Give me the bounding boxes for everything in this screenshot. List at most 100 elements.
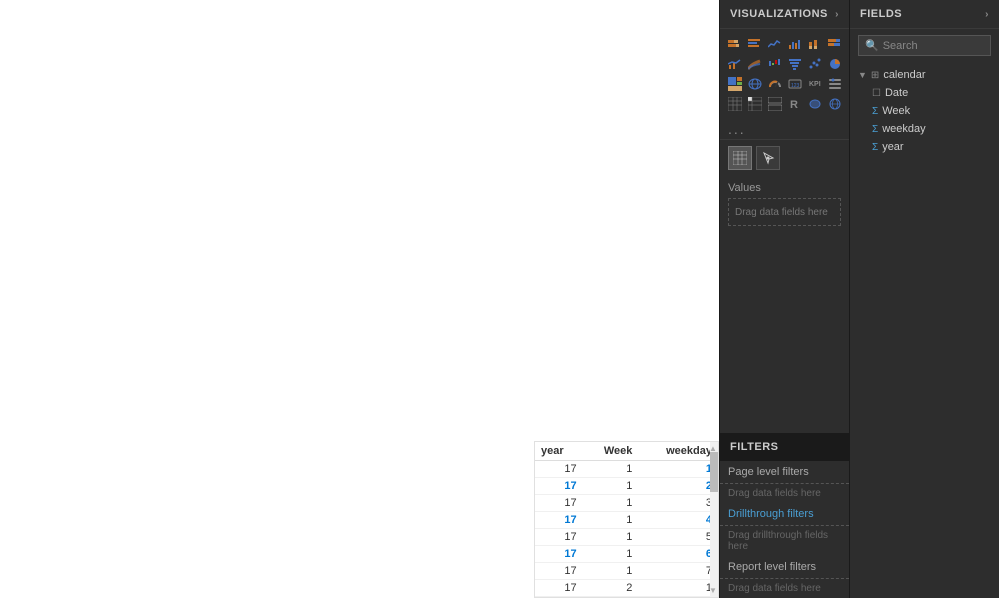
line-chart-icon[interactable] — [766, 35, 784, 53]
cell-year: 17 — [535, 512, 583, 529]
slicer-icon[interactable] — [826, 75, 844, 93]
cell-weekday: 1 — [638, 580, 718, 597]
values-drop-zone[interactable]: Drag data fields here — [728, 198, 841, 226]
filters-header: FILTERS — [720, 433, 849, 461]
visualizations-chevron[interactable]: › — [835, 9, 839, 20]
viz-icon-grid: 123 KPI R — [720, 29, 849, 119]
col-year: year — [535, 442, 583, 461]
table-row: 17 1 2 — [535, 478, 718, 495]
filters-panel: FILTERS Page level filters Drag data fie… — [720, 433, 849, 598]
group-name-calendar: calendar — [883, 69, 925, 81]
field-year-label: year — [882, 141, 903, 153]
fields-panel: FIELDS › 🔍 ▼ ⊞ calendar ☐ Date Σ — [849, 0, 999, 598]
cell-weekday: 3 — [638, 495, 718, 512]
field-weekday[interactable]: Σ weekday — [850, 120, 999, 138]
filled-map-icon[interactable] — [806, 95, 824, 113]
visualizations-header: VISUALIZATIONS › — [720, 0, 849, 29]
table-row: 17 1 5 — [535, 529, 718, 546]
field-week-label: Week — [882, 105, 910, 117]
gauge-icon[interactable] — [766, 75, 784, 93]
field-tree: ▼ ⊞ calendar ☐ Date Σ Week Σ weekday Σ — [850, 62, 999, 598]
values-section: Values Drag data fields here — [720, 176, 849, 433]
cell-year: 17 — [535, 580, 583, 597]
sigma-year-icon: Σ — [872, 142, 878, 153]
map-icon[interactable] — [746, 75, 764, 93]
card-icon[interactable]: 123 — [786, 75, 804, 93]
cell-week: 1 — [583, 461, 639, 478]
cell-weekday: 5 — [638, 529, 718, 546]
format-sub-icon[interactable] — [756, 146, 780, 170]
svg-text:123: 123 — [791, 83, 800, 89]
kpi-icon[interactable]: KPI — [806, 75, 824, 93]
fields-header: FIELDS › — [850, 0, 999, 29]
funnel-icon[interactable] — [786, 55, 804, 73]
table-icon: ⊞ — [871, 70, 879, 81]
table-row: 17 1 6 — [535, 546, 718, 563]
line-clustered-icon[interactable] — [726, 55, 744, 73]
field-date[interactable]: ☐ Date — [850, 84, 999, 102]
cell-week: 1 — [583, 529, 639, 546]
search-box[interactable]: 🔍 — [858, 35, 991, 56]
globe-icon[interactable] — [826, 95, 844, 113]
cell-weekday: 4 — [638, 512, 718, 529]
sigma-week-icon: Σ — [872, 106, 878, 117]
field-week[interactable]: Σ Week — [850, 102, 999, 120]
right-panels: VISUALIZATIONS › — [719, 0, 999, 598]
fields-sub-icon[interactable] — [728, 146, 752, 170]
r-visual-icon[interactable]: R — [786, 95, 804, 113]
field-date-label: Date — [885, 87, 908, 99]
matrix-icon[interactable] — [746, 95, 764, 113]
clustered-col-icon[interactable] — [786, 35, 804, 53]
calendar-field-icon: ☐ — [872, 88, 881, 99]
cell-week: 1 — [583, 495, 639, 512]
stacked-col-icon[interactable] — [806, 35, 824, 53]
page-drag-zone[interactable]: Drag data fields here — [720, 483, 849, 503]
cell-week: 1 — [583, 478, 639, 495]
field-group-calendar: ▼ ⊞ calendar ☐ Date Σ Week Σ weekday Σ — [850, 66, 999, 156]
visualizations-title: VISUALIZATIONS — [730, 8, 828, 20]
search-input[interactable] — [883, 40, 999, 52]
canvas-area: year Week weekday 17 1 1 17 1 2 17 1 3 1… — [0, 0, 719, 598]
cell-week: 2 — [583, 580, 639, 597]
scroll-up-arrow[interactable]: ▲ — [709, 444, 717, 453]
waterfall-icon[interactable] — [766, 55, 784, 73]
sigma-weekday-icon: Σ — [872, 124, 878, 135]
drillthrough-drag-zone[interactable]: Drag drillthrough fields here — [720, 525, 849, 556]
field-year[interactable]: Σ year — [850, 138, 999, 156]
cell-year: 17 — [535, 461, 583, 478]
cell-year: 17 — [535, 478, 583, 495]
table-viz-icon[interactable] — [726, 95, 744, 113]
cell-weekday: 7 — [638, 563, 718, 580]
report-drag-zone[interactable]: Drag data fields here — [720, 578, 849, 598]
cell-weekday: 1 — [638, 461, 718, 478]
cell-year: 17 — [535, 529, 583, 546]
clustered-bar-icon[interactable] — [746, 35, 764, 53]
stacked-bar-icon[interactable] — [726, 35, 744, 53]
100pct-bar-icon[interactable] — [826, 35, 844, 53]
visualizations-panel: VISUALIZATIONS › — [719, 0, 849, 598]
treemap-icon[interactable] — [726, 75, 744, 93]
report-level-filters: Report level filters — [720, 556, 849, 578]
svg-text:R: R — [790, 99, 798, 111]
viz-more[interactable]: ... — [720, 119, 849, 139]
multirow-card-icon[interactable] — [766, 95, 784, 113]
cell-week: 1 — [583, 546, 639, 563]
field-group-calendar-header[interactable]: ▼ ⊞ calendar — [850, 66, 999, 84]
drillthrough-filters[interactable]: Drillthrough filters — [720, 503, 849, 525]
values-label: Values — [728, 182, 841, 194]
col-week: Week — [583, 442, 639, 461]
cell-weekday: 6 — [638, 546, 718, 563]
fields-title: FIELDS — [860, 8, 902, 20]
cell-weekday: 2 — [638, 478, 718, 495]
scatter-icon[interactable] — [806, 55, 824, 73]
scroll-down-arrow[interactable]: ▼ — [709, 586, 717, 595]
expand-arrow: ▼ — [858, 70, 867, 80]
table-row: 17 1 1 — [535, 461, 718, 478]
sub-icons-row — [720, 139, 849, 176]
page-level-filters: Page level filters — [720, 461, 849, 483]
cell-year: 17 — [535, 495, 583, 512]
pie-chart-icon[interactable] — [826, 55, 844, 73]
table-row: 17 1 7 — [535, 563, 718, 580]
fields-chevron[interactable]: › — [985, 9, 989, 20]
ribbon-chart-icon[interactable] — [746, 55, 764, 73]
